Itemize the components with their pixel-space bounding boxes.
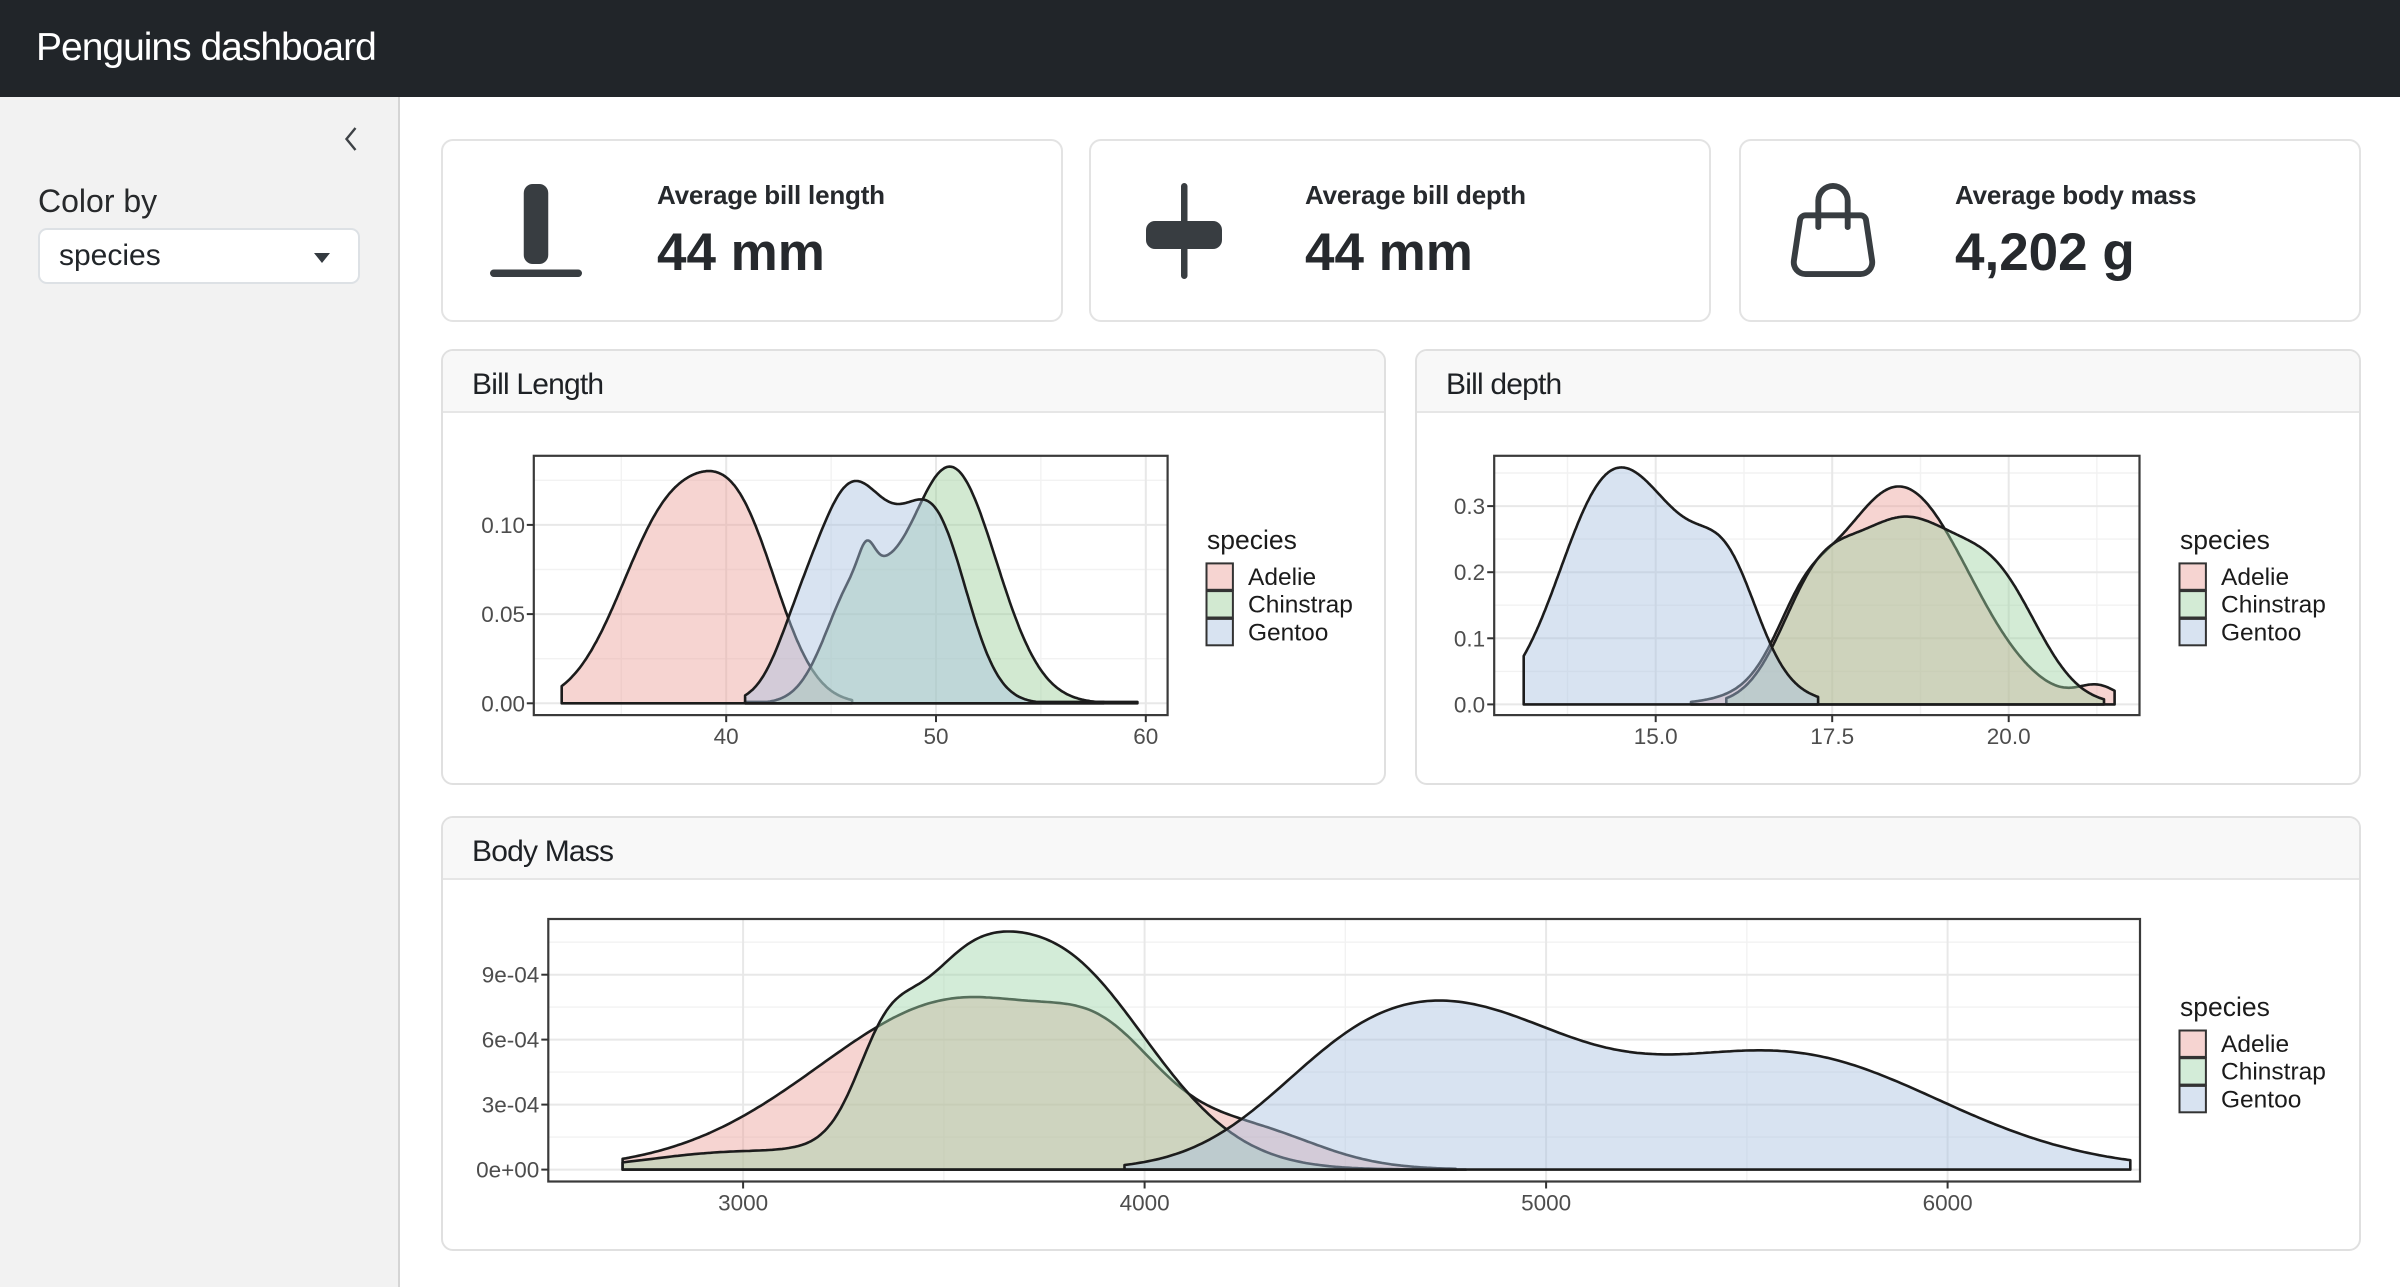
svg-text:Adelie: Adelie <box>2221 564 2289 591</box>
svg-text:0.2: 0.2 <box>1454 560 1485 585</box>
svg-text:species: species <box>2180 525 2270 555</box>
svg-text:species: species <box>2180 992 2270 1022</box>
svg-text:40: 40 <box>714 724 739 749</box>
svg-text:Chinstrap: Chinstrap <box>1248 592 1353 619</box>
svg-text:6000: 6000 <box>1923 1191 1973 1216</box>
svg-text:0.10: 0.10 <box>481 513 525 538</box>
svg-text:0.3: 0.3 <box>1454 494 1485 519</box>
svg-text:Chinstrap: Chinstrap <box>2221 1059 2326 1086</box>
svg-text:9e-04: 9e-04 <box>482 963 540 988</box>
svg-text:0.1: 0.1 <box>1454 626 1485 651</box>
svg-text:Gentoo: Gentoo <box>2221 619 2301 646</box>
svg-text:3000: 3000 <box>718 1191 768 1216</box>
svg-text:17.5: 17.5 <box>1810 724 1854 749</box>
svg-text:3e-04: 3e-04 <box>482 1093 540 1118</box>
svg-text:Chinstrap: Chinstrap <box>2221 592 2326 619</box>
svg-text:60: 60 <box>1133 724 1158 749</box>
svg-text:Adelie: Adelie <box>2221 1031 2289 1058</box>
svg-text:20.0: 20.0 <box>1987 724 2031 749</box>
svg-text:0.00: 0.00 <box>481 691 525 716</box>
svg-text:species: species <box>1207 525 1297 555</box>
svg-text:Gentoo: Gentoo <box>1248 619 1328 646</box>
svg-text:0e+00: 0e+00 <box>476 1158 539 1183</box>
svg-text:5000: 5000 <box>1521 1191 1571 1216</box>
svg-text:Gentoo: Gentoo <box>2221 1086 2301 1113</box>
svg-text:0.0: 0.0 <box>1454 692 1485 717</box>
svg-text:Adelie: Adelie <box>1248 564 1316 591</box>
svg-text:50: 50 <box>923 724 948 749</box>
svg-text:0.05: 0.05 <box>481 602 525 627</box>
svg-text:6e-04: 6e-04 <box>482 1028 540 1053</box>
svg-text:15.0: 15.0 <box>1634 724 1678 749</box>
svg-text:4000: 4000 <box>1120 1191 1170 1216</box>
